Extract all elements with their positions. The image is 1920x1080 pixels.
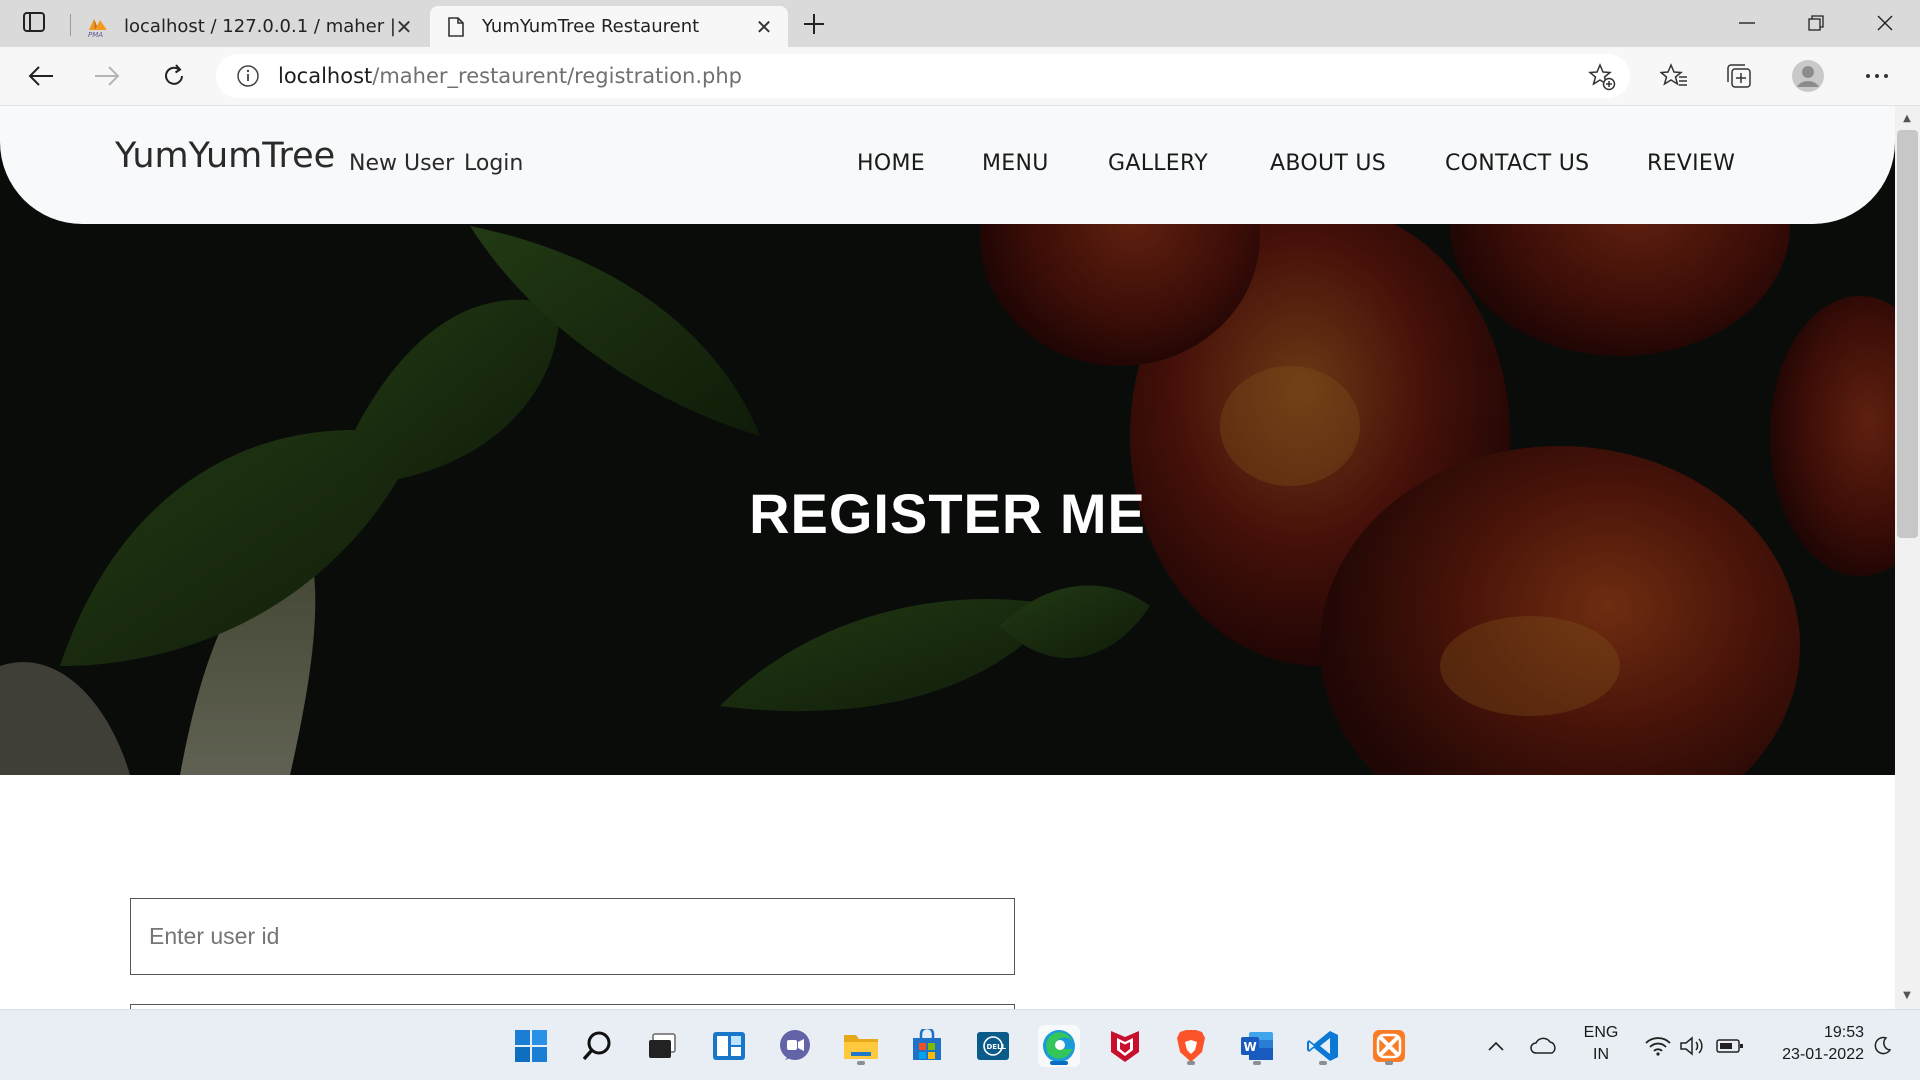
task-view-icon[interactable] <box>641 1025 683 1067</box>
restore-icon[interactable] <box>1801 8 1831 38</box>
collections-icon[interactable] <box>1722 59 1756 93</box>
wifi-icon[interactable] <box>1644 1032 1672 1060</box>
nav-menu[interactable]: MENU <box>982 151 1049 176</box>
scroll-up-icon[interactable]: ▲ <box>1900 113 1914 125</box>
microsoft-store-icon[interactable] <box>906 1025 948 1067</box>
tab-separator <box>70 14 71 36</box>
running-indicator <box>1385 1061 1393 1065</box>
browser-toolbar: localhost/maher_restaurent/registration.… <box>0 47 1920 106</box>
widgets-icon[interactable] <box>708 1025 750 1067</box>
running-indicator <box>1050 1061 1068 1065</box>
minimize-icon[interactable] <box>1732 8 1762 38</box>
focus-assist-moon-icon[interactable] <box>1868 1032 1896 1060</box>
new-tab-icon[interactable] <box>800 10 828 38</box>
svg-text:PMA: PMA <box>88 31 103 38</box>
running-indicator <box>1187 1061 1195 1065</box>
clock[interactable]: 19:53 23-01-2022 <box>1760 1022 1864 1066</box>
input-language[interactable]: ENG IN <box>1572 1022 1630 1066</box>
tab-actions-icon[interactable] <box>22 10 46 34</box>
nav-about-us[interactable]: ABOUT US <box>1270 151 1386 176</box>
scrollbar-thumb[interactable] <box>1897 130 1918 538</box>
svg-text:W: W <box>1244 1040 1257 1054</box>
nav-contact-us[interactable]: CONTACT US <box>1445 151 1589 176</box>
nav-gallery[interactable]: GALLERY <box>1108 151 1208 176</box>
user-id-input[interactable] <box>130 898 1015 975</box>
svg-text:DELL: DELL <box>987 1043 1007 1051</box>
browser-tab-bar: PMA localhost / 127.0.0.1 / maher | ph ✕… <box>0 0 1920 47</box>
browser-tab-yumyumtree[interactable]: YumYumTree Restaurent ✕ <box>430 6 788 47</box>
phpmyadmin-icon: PMA <box>86 15 110 39</box>
language-code: ENG <box>1583 1024 1619 1041</box>
page-title: REGISTER ME <box>749 482 1146 545</box>
show-hidden-icons-chevron-up-icon[interactable] <box>1482 1032 1510 1060</box>
file-explorer-icon[interactable] <box>840 1025 882 1067</box>
browser-tab-phpmyadmin[interactable]: PMA localhost / 127.0.0.1 / maher | ph ✕ <box>72 6 428 47</box>
tab-title: YumYumTree Restaurent <box>482 16 700 37</box>
brand-logo[interactable]: YumYumTree <box>115 136 335 176</box>
new-user-link[interactable]: New User <box>349 151 454 176</box>
volume-icon[interactable] <box>1678 1032 1706 1060</box>
add-favorite-icon[interactable] <box>1588 63 1616 91</box>
back-icon[interactable] <box>24 59 58 93</box>
page-viewport: YumYumTree New User Login HOME MENU GALL… <box>0 106 1895 1009</box>
onedrive-cloud-icon[interactable] <box>1530 1032 1558 1060</box>
url-path: /maher_restaurent/registration.php <box>372 64 742 88</box>
running-indicator <box>1319 1061 1327 1065</box>
scroll-down-icon[interactable]: ▼ <box>1900 990 1914 1002</box>
vscode-icon[interactable] <box>1302 1025 1344 1067</box>
brave-icon[interactable] <box>1170 1025 1212 1067</box>
favorites-icon[interactable] <box>1657 59 1691 93</box>
edge-icon[interactable] <box>1038 1025 1080 1067</box>
clock-time: 19:53 <box>1823 1024 1864 1041</box>
mcafee-icon[interactable] <box>1104 1025 1146 1067</box>
tab-title: localhost / 127.0.0.1 / maher | ph <box>124 16 394 37</box>
search-icon[interactable] <box>576 1025 618 1067</box>
forward-icon[interactable] <box>90 59 124 93</box>
nav-home[interactable]: HOME <box>857 151 925 176</box>
windows-start-icon[interactable] <box>510 1025 552 1067</box>
profile-avatar[interactable] <box>1791 59 1825 93</box>
close-window-icon[interactable] <box>1870 8 1900 38</box>
running-indicator <box>857 1061 865 1065</box>
xampp-icon[interactable] <box>1368 1025 1410 1067</box>
word-icon[interactable]: W <box>1236 1025 1278 1067</box>
dell-icon[interactable]: DELL <box>972 1025 1014 1067</box>
nav-review[interactable]: REVIEW <box>1647 151 1735 176</box>
login-link[interactable]: Login <box>464 151 523 176</box>
more-options-icon[interactable] <box>1860 59 1894 93</box>
windows-taskbar: DELL W ENG IN 19:53 23-01-2022 <box>0 1009 1920 1080</box>
running-indicator <box>1253 1061 1261 1065</box>
teams-chat-icon[interactable] <box>774 1025 816 1067</box>
refresh-icon[interactable] <box>157 59 191 93</box>
url-host: localhost <box>278 64 373 88</box>
close-tab-icon[interactable]: ✕ <box>394 15 414 39</box>
site-navbar: YumYumTree New User Login HOME MENU GALL… <box>0 106 1895 224</box>
battery-icon[interactable] <box>1716 1032 1744 1060</box>
clock-date: 23-01-2022 <box>1782 1046 1864 1063</box>
region-code: IN <box>1593 1046 1609 1063</box>
address-bar[interactable]: localhost/maher_restaurent/registration.… <box>216 54 1630 98</box>
close-tab-icon[interactable]: ✕ <box>754 15 774 39</box>
site-info-icon[interactable] <box>236 64 260 88</box>
hero-banner: YumYumTree New User Login HOME MENU GALL… <box>0 106 1895 775</box>
page-icon <box>444 15 468 39</box>
